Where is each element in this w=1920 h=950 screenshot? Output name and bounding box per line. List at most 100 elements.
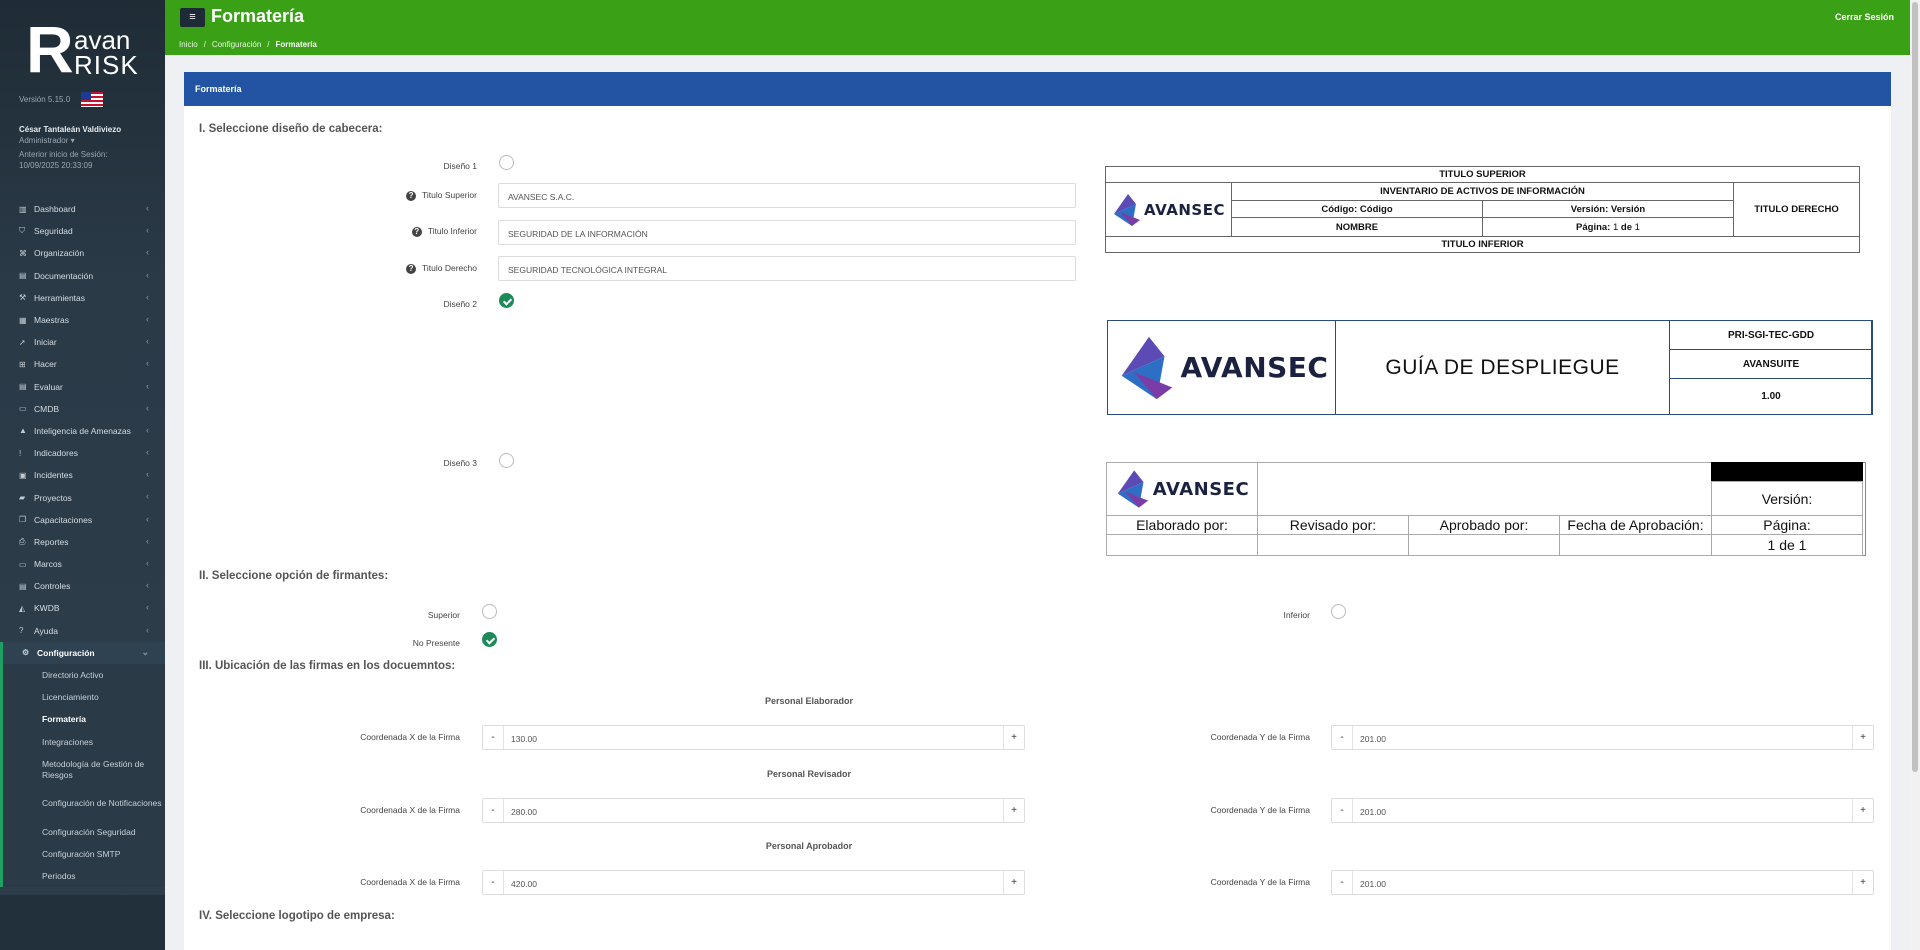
- decrement-button[interactable]: -: [1332, 799, 1352, 822]
- sidebar-item-herramientas[interactable]: ⚒ Herramientas ‹: [0, 287, 165, 309]
- design2-radio[interactable]: [499, 293, 514, 308]
- decrement-button[interactable]: -: [483, 726, 503, 749]
- titulo-derecho-input[interactable]: SEGURIDAD TECNOLÓGICA INTEGRAL: [498, 256, 1076, 281]
- submenu-item-licenciamiento[interactable]: Licenciamiento: [3, 686, 165, 708]
- sidebar-item-label: Documentación: [34, 270, 94, 281]
- design1-radio[interactable]: [499, 155, 514, 170]
- preview3-page-value: 1 de 1: [1711, 534, 1863, 556]
- increment-button[interactable]: +: [1004, 726, 1024, 749]
- last-session: Anterior inicio de Sesión: 10/09/2025 20…: [19, 150, 108, 170]
- vertical-scrollbar[interactable]: [1910, 0, 1920, 950]
- submenu-item-periodos[interactable]: Periodos: [3, 865, 165, 887]
- submenu-item-configuración-de-notificaciones[interactable]: Configuración de Notificaciones: [3, 787, 165, 821]
- design3-label: Diseño 3: [443, 458, 477, 468]
- aprobador-y-stepper[interactable]: -201.00 +: [1331, 870, 1874, 895]
- sidebar-item-organización[interactable]: ⌘ Organización ‹: [0, 242, 165, 264]
- sidebar-item-hacer[interactable]: ⊞ Hacer ‹: [0, 353, 165, 375]
- aprobador-x-input[interactable]: 420.00: [503, 871, 1004, 894]
- submenu-item-configuración-smtp[interactable]: Configuración SMTP: [3, 843, 165, 865]
- app-version: Versión 5.15.0: [19, 95, 71, 104]
- app-logo[interactable]: R avan RISK: [26, 16, 146, 82]
- design2-label: Diseño 2: [443, 299, 477, 309]
- signer-none-label: No Presente: [412, 638, 460, 648]
- aprobador-x-stepper[interactable]: -420.00 +: [482, 870, 1025, 895]
- increment-button[interactable]: +: [1004, 799, 1024, 822]
- submenu-item-directorio-activo[interactable]: Directorio Activo: [3, 664, 165, 686]
- elaborador-x-input[interactable]: 130.00: [503, 726, 1004, 749]
- sidebar-item-label: KWDB: [34, 603, 60, 614]
- decrement-button[interactable]: -: [1332, 726, 1352, 749]
- breadcrumb-configuracion[interactable]: Configuración: [212, 40, 261, 49]
- preview3-version: Versión:: [1711, 481, 1863, 516]
- sidebar-item-inteligencia-de-amenazas[interactable]: ▲ Inteligencia de Amenazas ‹: [0, 420, 165, 442]
- aprobador-y-input[interactable]: 201.00: [1352, 871, 1853, 894]
- preview3-empty-cell: [1408, 534, 1560, 556]
- sidebar-item-cmdb[interactable]: ▭ CMDB ‹: [0, 398, 165, 420]
- sidebar-item-evaluar[interactable]: ▤ Evaluar ‹: [0, 376, 165, 398]
- sidebar-item-dashboard[interactable]: ▥ Dashboard ‹: [0, 198, 165, 220]
- sidebar-item-indicadores[interactable]: ! Indicadores ‹: [0, 442, 165, 464]
- elaborador-x-stepper[interactable]: -130.00 +: [482, 725, 1025, 750]
- logout-link[interactable]: Cerrar Sesión: [1835, 12, 1894, 22]
- decrement-button[interactable]: -: [483, 799, 503, 822]
- signer-lower-label: Inferior: [1283, 610, 1310, 620]
- submenu-item-integraciones[interactable]: Integraciones: [3, 731, 165, 753]
- user-role-dropdown[interactable]: Administrador ▾: [19, 136, 75, 145]
- titulo-superior-input[interactable]: AVANSEC S.A.C.: [498, 183, 1076, 208]
- increment-button[interactable]: +: [1853, 726, 1873, 749]
- revisador-x-input[interactable]: 280.00: [503, 799, 1004, 822]
- chevron-left-icon: ‹: [146, 402, 149, 413]
- language-flag-icon[interactable]: [81, 92, 103, 107]
- increment-button[interactable]: +: [1853, 799, 1873, 822]
- chevron-left-icon: ‹: [146, 225, 149, 236]
- submenu-item-formatería[interactable]: Formatería: [3, 708, 165, 730]
- preview3-page-label: Página:: [1711, 515, 1863, 535]
- preview1-code: Código: Código: [1231, 200, 1483, 218]
- sidebar-item-incidentes[interactable]: ▣ Incidentes ‹: [0, 464, 165, 486]
- revisador-y-input[interactable]: 201.00: [1352, 799, 1853, 822]
- design3-radio[interactable]: [499, 453, 514, 468]
- page-title: Formatería: [211, 6, 305, 26]
- submenu-item-metodología-de-gestión-de-riesgos[interactable]: Metodología de Gestión de Riesgos: [3, 753, 165, 787]
- header-design2-preview: AVANSEC GUÍA DE DESPLIEGUE PRI-SGI-TEC-G…: [1107, 320, 1873, 415]
- signer-upper-radio[interactable]: [482, 604, 497, 619]
- sidebar-item-proyectos[interactable]: ▰ Proyectos ‹: [0, 486, 165, 508]
- sidebar-item-documentación[interactable]: ▤ Documentación ‹: [0, 265, 165, 287]
- sidebar-item-reportes[interactable]: ⎙ Reportes ‹: [0, 531, 165, 553]
- preview2-suite: AVANSUITE: [1669, 349, 1873, 379]
- sidebar-item-label: Proyectos: [34, 492, 72, 503]
- help-icon: ?: [406, 264, 417, 274]
- signer-upper-label: Superior: [427, 610, 460, 620]
- sidebar-item-iniciar[interactable]: ➚ Iniciar ‹: [0, 331, 165, 353]
- sidebar-item-kwdb[interactable]: ◭ KWDB ‹: [0, 597, 165, 619]
- increment-button[interactable]: +: [1853, 871, 1873, 894]
- sidebar-item-seguridad[interactable]: ⛉ Seguridad ‹: [0, 220, 165, 242]
- graduation-icon: ◭: [19, 603, 26, 613]
- preview3-empty-cell: [1106, 534, 1258, 556]
- increment-button[interactable]: +: [1004, 871, 1024, 894]
- revisador-x-stepper[interactable]: -280.00 +: [482, 798, 1025, 823]
- titulo-inferior-input[interactable]: SEGURIDAD DE LA INFORMACIÓN: [498, 220, 1076, 245]
- breadcrumb-home[interactable]: Inicio: [179, 40, 198, 49]
- sidebar-item-label: Iniciar: [34, 337, 57, 348]
- elaborador-y-stepper[interactable]: -201.00 +: [1331, 725, 1874, 750]
- decrement-button[interactable]: -: [483, 871, 503, 894]
- hamburger-menu-button[interactable]: ≡: [180, 8, 205, 27]
- sidebar-item-ayuda[interactable]: ? Ayuda ‹: [0, 620, 165, 642]
- sidebar-item-capacitaciones[interactable]: ❐ Capacitaciones ‹: [0, 509, 165, 531]
- sidebar-item-marcos[interactable]: ▭ Marcos ‹: [0, 553, 165, 575]
- sidebar-item-controles[interactable]: ▤ Controles ‹: [0, 575, 165, 597]
- sidebar-item-configuración[interactable]: ⚙ Configuración ⌄: [0, 641, 165, 664]
- sidebar-item-maestras[interactable]: ▦ Maestras ‹: [0, 309, 165, 331]
- preview3-logo: AVANSEC: [1106, 462, 1258, 516]
- chevron-left-icon: ‹: [146, 336, 149, 347]
- sidebar-item-label: Seguridad: [34, 226, 73, 237]
- preview3-empty-cell: [1559, 534, 1712, 556]
- submenu-item-configuración-seguridad[interactable]: Configuración Seguridad: [3, 821, 165, 843]
- decrement-button[interactable]: -: [1332, 871, 1352, 894]
- elaborador-y-input[interactable]: 201.00: [1352, 726, 1853, 749]
- section-2-title: II. Seleccione opción de firmantes:: [199, 570, 389, 582]
- signer-lower-radio[interactable]: [1331, 604, 1346, 619]
- signer-none-radio[interactable]: [482, 632, 497, 647]
- revisador-y-stepper[interactable]: -201.00 +: [1331, 798, 1874, 823]
